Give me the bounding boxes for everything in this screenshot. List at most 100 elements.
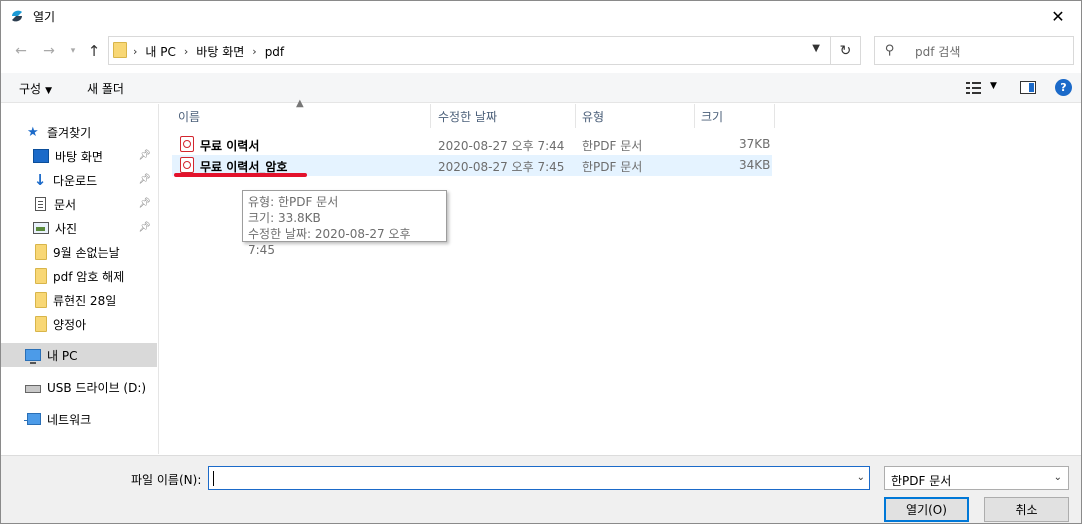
sidebar-item-downloads[interactable]: ↓ 다운로드 📌︎ [1,168,157,192]
new-folder-label: 새 폴더 [87,82,124,96]
navigation-pane: ★ 즐겨찾기 바탕 화면 📌︎ ↓ 다운로드 📌︎ 문서 📌︎ 사진 📌︎ 9월… [1,104,159,454]
back-button[interactable]: ← [11,41,31,61]
new-folder-button[interactable]: 새 폴더 [87,80,124,97]
filename-input[interactable]: ⌄ [208,466,870,490]
address-dropdown-icon[interactable]: ▼ [812,43,820,54]
pin-icon: 📌︎ [138,198,151,209]
sidebar-item-desktop[interactable]: 바탕 화면 📌︎ [1,144,157,168]
file-type: 한PDF 문서 [582,160,643,174]
text-cursor [213,471,214,486]
cancel-button[interactable]: 취소 [984,497,1069,522]
star-icon: ★ [27,124,39,140]
app-icon [12,10,22,22]
column-header-label: 크기 [701,109,724,124]
search-input[interactable]: ⚲ pdf 검색 [874,36,1074,65]
download-icon: ↓ [33,171,47,189]
breadcrumb-separator-icon: › [183,45,189,58]
column-header-label: 수정한 날짜 [438,109,498,124]
open-file-dialog: 열기 ✕ ← → ▾ ↑ › 내 PC › 바탕 화면 › pdf ▼ ↻ ⚲ … [0,0,1082,524]
column-header-type[interactable]: 유형 [576,104,695,128]
sidebar-item-label: 9월 손없는날 [53,245,120,260]
file-row[interactable]: 무료 이력서 2020-08-27 오후 7:44 한PDF 문서 37KB [172,134,772,155]
breadcrumb-item-pdf[interactable]: pdf [265,45,284,59]
folder-icon [35,292,47,308]
chevron-down-icon: ▼ [45,86,53,96]
computer-icon [25,349,41,364]
pin-icon: 📌︎ [138,174,151,185]
tooltip-size: 크기: 33.8KB [248,211,321,225]
pin-icon: 📌︎ [138,150,151,161]
sidebar-item-label: 즐겨찾기 [47,125,92,140]
window-title: 열기 [33,10,56,24]
sidebar-item-folder[interactable]: pdf 암호 해제 [1,264,157,288]
sidebar-item-usb-drive[interactable]: USB 드라이브 (D:) [1,375,157,399]
refresh-icon: ↻ [839,42,852,59]
sidebar-item-label: 바탕 화면 [55,149,103,164]
search-placeholder: pdf 검색 [915,45,961,59]
close-button[interactable]: ✕ [1035,1,1081,31]
file-size: 37KB [739,137,771,151]
cancel-button-label: 취소 [1015,503,1038,517]
sidebar-item-label: 다운로드 [53,173,98,188]
tooltip-type: 유형: 한PDF 문서 [248,195,339,209]
chevron-down-icon[interactable]: ▼ [990,81,997,91]
column-header-name[interactable]: 이름 [172,104,431,128]
pdf-file-icon [180,136,194,152]
chevron-down-icon[interactable]: ⌄ [857,472,865,483]
toolbar: 구성 ▼ 새 폴더 ▼ ? [1,73,1081,103]
column-header-label: 유형 [582,109,605,124]
breadcrumb: › 내 PC › 바탕 화면 › pdf [133,43,284,60]
title-bar: 열기 ✕ [1,1,1081,31]
file-size: 34KB [739,158,771,172]
close-icon: ✕ [1051,6,1065,26]
sidebar-item-label: USB 드라이브 (D:) [47,380,147,395]
annotation-underline [174,173,307,177]
sidebar-item-this-pc[interactable]: 내 PC [1,343,157,367]
documents-icon [35,197,46,211]
forward-arrow-icon: → [43,43,55,59]
chevron-down-icon: ▾ [70,46,76,56]
sidebar-item-label: 사진 [55,221,78,236]
help-icon[interactable]: ? [1055,79,1072,96]
sidebar-item-label: 네트워크 [47,412,92,427]
breadcrumb-item-this-pc[interactable]: 내 PC [145,43,175,60]
sidebar-item-network[interactable]: 네트워크 [1,407,157,431]
view-options-icon[interactable] [966,81,982,95]
sidebar-item-label: 류현진 28일 [53,293,117,308]
breadcrumb-item-desktop[interactable]: 바탕 화면 [196,43,244,60]
sidebar-item-label: 문서 [54,197,77,212]
sidebar-item-quick-access[interactable]: ★ 즐겨찾기 [1,120,157,144]
column-header-size[interactable]: 크기 [695,104,775,128]
refresh-button[interactable]: ↻ [830,37,860,64]
file-type-value: 한PDF 문서 [891,474,952,488]
folder-icon [35,244,47,260]
file-name: 무료 이력서 [200,139,260,153]
file-modified: 2020-08-27 오후 7:45 [438,160,565,174]
usb-drive-icon [25,385,41,393]
sidebar-item-folder[interactable]: 양정아 [1,312,157,336]
up-button[interactable]: ↑ [84,41,104,61]
pictures-icon [33,222,49,234]
file-tooltip: 유형: 한PDF 문서 크기: 33.8KB 수정한 날짜: 2020-08-2… [242,190,447,257]
preview-pane-icon[interactable] [1020,81,1036,94]
sidebar-item-folder[interactable]: 류현진 28일 [1,288,157,312]
forward-button[interactable]: → [39,41,59,61]
breadcrumb-separator-icon: › [133,45,138,58]
sidebar-item-label: 양정아 [53,317,87,332]
file-type-select[interactable]: 한PDF 문서 ⌄ [884,466,1069,490]
folder-icon [35,316,47,332]
recent-locations-button[interactable]: ▾ [63,41,83,61]
file-type: 한PDF 문서 [582,139,643,153]
sidebar-item-folder[interactable]: 9월 손없는날 [1,240,157,264]
search-icon: ⚲ [885,43,895,58]
tooltip-modified: 수정한 날짜: 2020-08-27 오후 7:45 [248,227,411,257]
dialog-footer: 파일 이름(N): ⌄ 한PDF 문서 ⌄ 열기(O) 취소 [1,455,1081,523]
open-button[interactable]: 열기(O) [884,497,969,522]
pdf-file-icon [180,157,194,173]
address-bar[interactable]: › 내 PC › 바탕 화면 › pdf ▼ ↻ [108,36,861,65]
organize-button[interactable]: 구성 ▼ [19,80,52,97]
sidebar-item-pictures[interactable]: 사진 📌︎ [1,216,157,240]
sidebar-item-label: 내 PC [47,348,78,363]
sidebar-item-documents[interactable]: 문서 📌︎ [1,192,157,216]
column-header-modified[interactable]: 수정한 날짜 [432,104,576,128]
